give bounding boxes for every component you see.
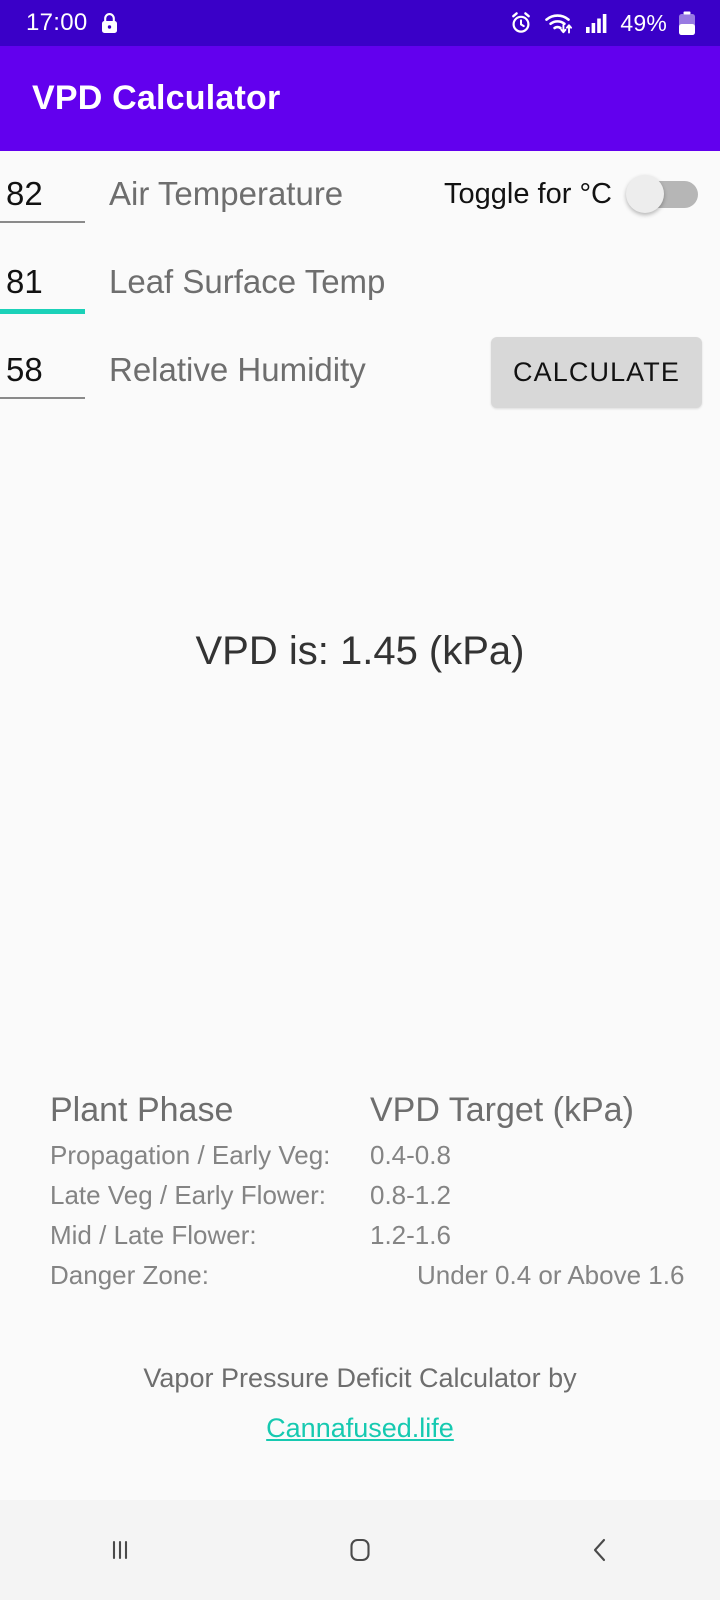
relative-humidity-field[interactable]: 58 bbox=[0, 349, 85, 399]
phone-screen: 17:00 49% VPD Calculator 82 Air Temperat… bbox=[0, 0, 720, 1600]
table-header-plant-phase: Plant Phase bbox=[50, 1091, 234, 1129]
air-temperature-underline bbox=[0, 221, 85, 223]
lock-icon bbox=[101, 12, 117, 33]
air-temperature-field[interactable]: 82 bbox=[0, 173, 85, 223]
back-button[interactable] bbox=[480, 1533, 720, 1567]
signal-icon bbox=[586, 14, 607, 33]
battery-icon bbox=[679, 11, 695, 35]
table-cell-target: 1.2-1.6 bbox=[370, 1220, 451, 1250]
recents-button[interactable] bbox=[0, 1533, 240, 1567]
table-header-vpd-target: VPD Target (kPa) bbox=[370, 1091, 634, 1129]
home-button[interactable] bbox=[240, 1532, 480, 1568]
leaf-surface-temp-field[interactable]: 81 bbox=[0, 261, 85, 314]
relative-humidity-underline bbox=[0, 397, 85, 399]
recents-icon bbox=[112, 1540, 128, 1560]
table-cell-target: 0.8-1.2 bbox=[370, 1180, 451, 1210]
relative-humidity-value[interactable]: 58 bbox=[0, 349, 85, 397]
table-row: Mid / Late Flower: 1.2-1.6 bbox=[50, 1216, 710, 1254]
main-content: 82 Air Temperature Toggle for °C 81 Leaf… bbox=[0, 151, 720, 1500]
vpd-reference-table: Plant Phase VPD Target (kPa) Propagation… bbox=[50, 1091, 710, 1296]
app-title: VPD Calculator bbox=[32, 79, 281, 117]
leaf-surface-temp-value[interactable]: 81 bbox=[0, 261, 85, 309]
relative-humidity-label: Relative Humidity bbox=[109, 351, 366, 388]
cannafused-link[interactable]: Cannafused.life bbox=[266, 1413, 454, 1443]
table-row: Danger Zone: Under 0.4 or Above 1.6 bbox=[50, 1256, 710, 1294]
air-temperature-label: Air Temperature bbox=[109, 175, 344, 212]
celsius-toggle-switch[interactable] bbox=[626, 175, 698, 213]
wifi-icon bbox=[545, 14, 573, 34]
vpd-result-text: VPD is: 1.45 (kPa) bbox=[195, 629, 525, 673]
back-icon bbox=[593, 1538, 606, 1562]
table-cell-target: 0.4-0.8 bbox=[370, 1140, 451, 1170]
calculate-button[interactable]: CALCULATE bbox=[491, 337, 702, 408]
table-cell-phase: Mid / Late Flower: bbox=[50, 1220, 257, 1250]
toggle-thumb[interactable] bbox=[626, 175, 664, 213]
status-bar-left: 17:00 bbox=[26, 9, 119, 37]
android-navigation-bar bbox=[0, 1500, 720, 1600]
air-temperature-value[interactable]: 82 bbox=[0, 173, 85, 221]
table-header-row: Plant Phase VPD Target (kPa) bbox=[50, 1091, 710, 1130]
status-bar-clock: 17:00 bbox=[26, 9, 88, 36]
table-cell-phase: Danger Zone: bbox=[50, 1260, 209, 1290]
celsius-toggle-label: Toggle for °C bbox=[444, 177, 612, 210]
alarm-icon bbox=[512, 12, 531, 33]
celsius-toggle-group[interactable]: Toggle for °C bbox=[444, 175, 698, 213]
status-bar: 17:00 49% bbox=[0, 0, 720, 46]
table-row: Propagation / Early Veg: 0.4-0.8 bbox=[50, 1136, 710, 1174]
footer-credit-text: Vapor Pressure Deficit Calculator by bbox=[143, 1363, 577, 1393]
table-cell-phase: Propagation / Early Veg: bbox=[50, 1140, 331, 1170]
app-bar: VPD Calculator bbox=[0, 46, 720, 151]
table-cell-phase: Late Veg / Early Flower: bbox=[50, 1180, 327, 1210]
battery-percent-label: 49% bbox=[620, 9, 667, 36]
table-row: Late Veg / Early Flower: 0.8-1.2 bbox=[50, 1176, 710, 1214]
table-cell-target: Under 0.4 or Above 1.6 bbox=[417, 1260, 685, 1290]
leaf-surface-temp-underline bbox=[0, 309, 85, 314]
status-bar-right: 49% bbox=[509, 10, 696, 37]
footer: Vapor Pressure Deficit Calculator by Can… bbox=[0, 1353, 720, 1453]
home-icon bbox=[350, 1538, 370, 1562]
leaf-surface-temp-label: Leaf Surface Temp bbox=[109, 263, 386, 300]
field-row-leaf-surface-temp: 81 Leaf Surface Temp bbox=[0, 261, 720, 314]
